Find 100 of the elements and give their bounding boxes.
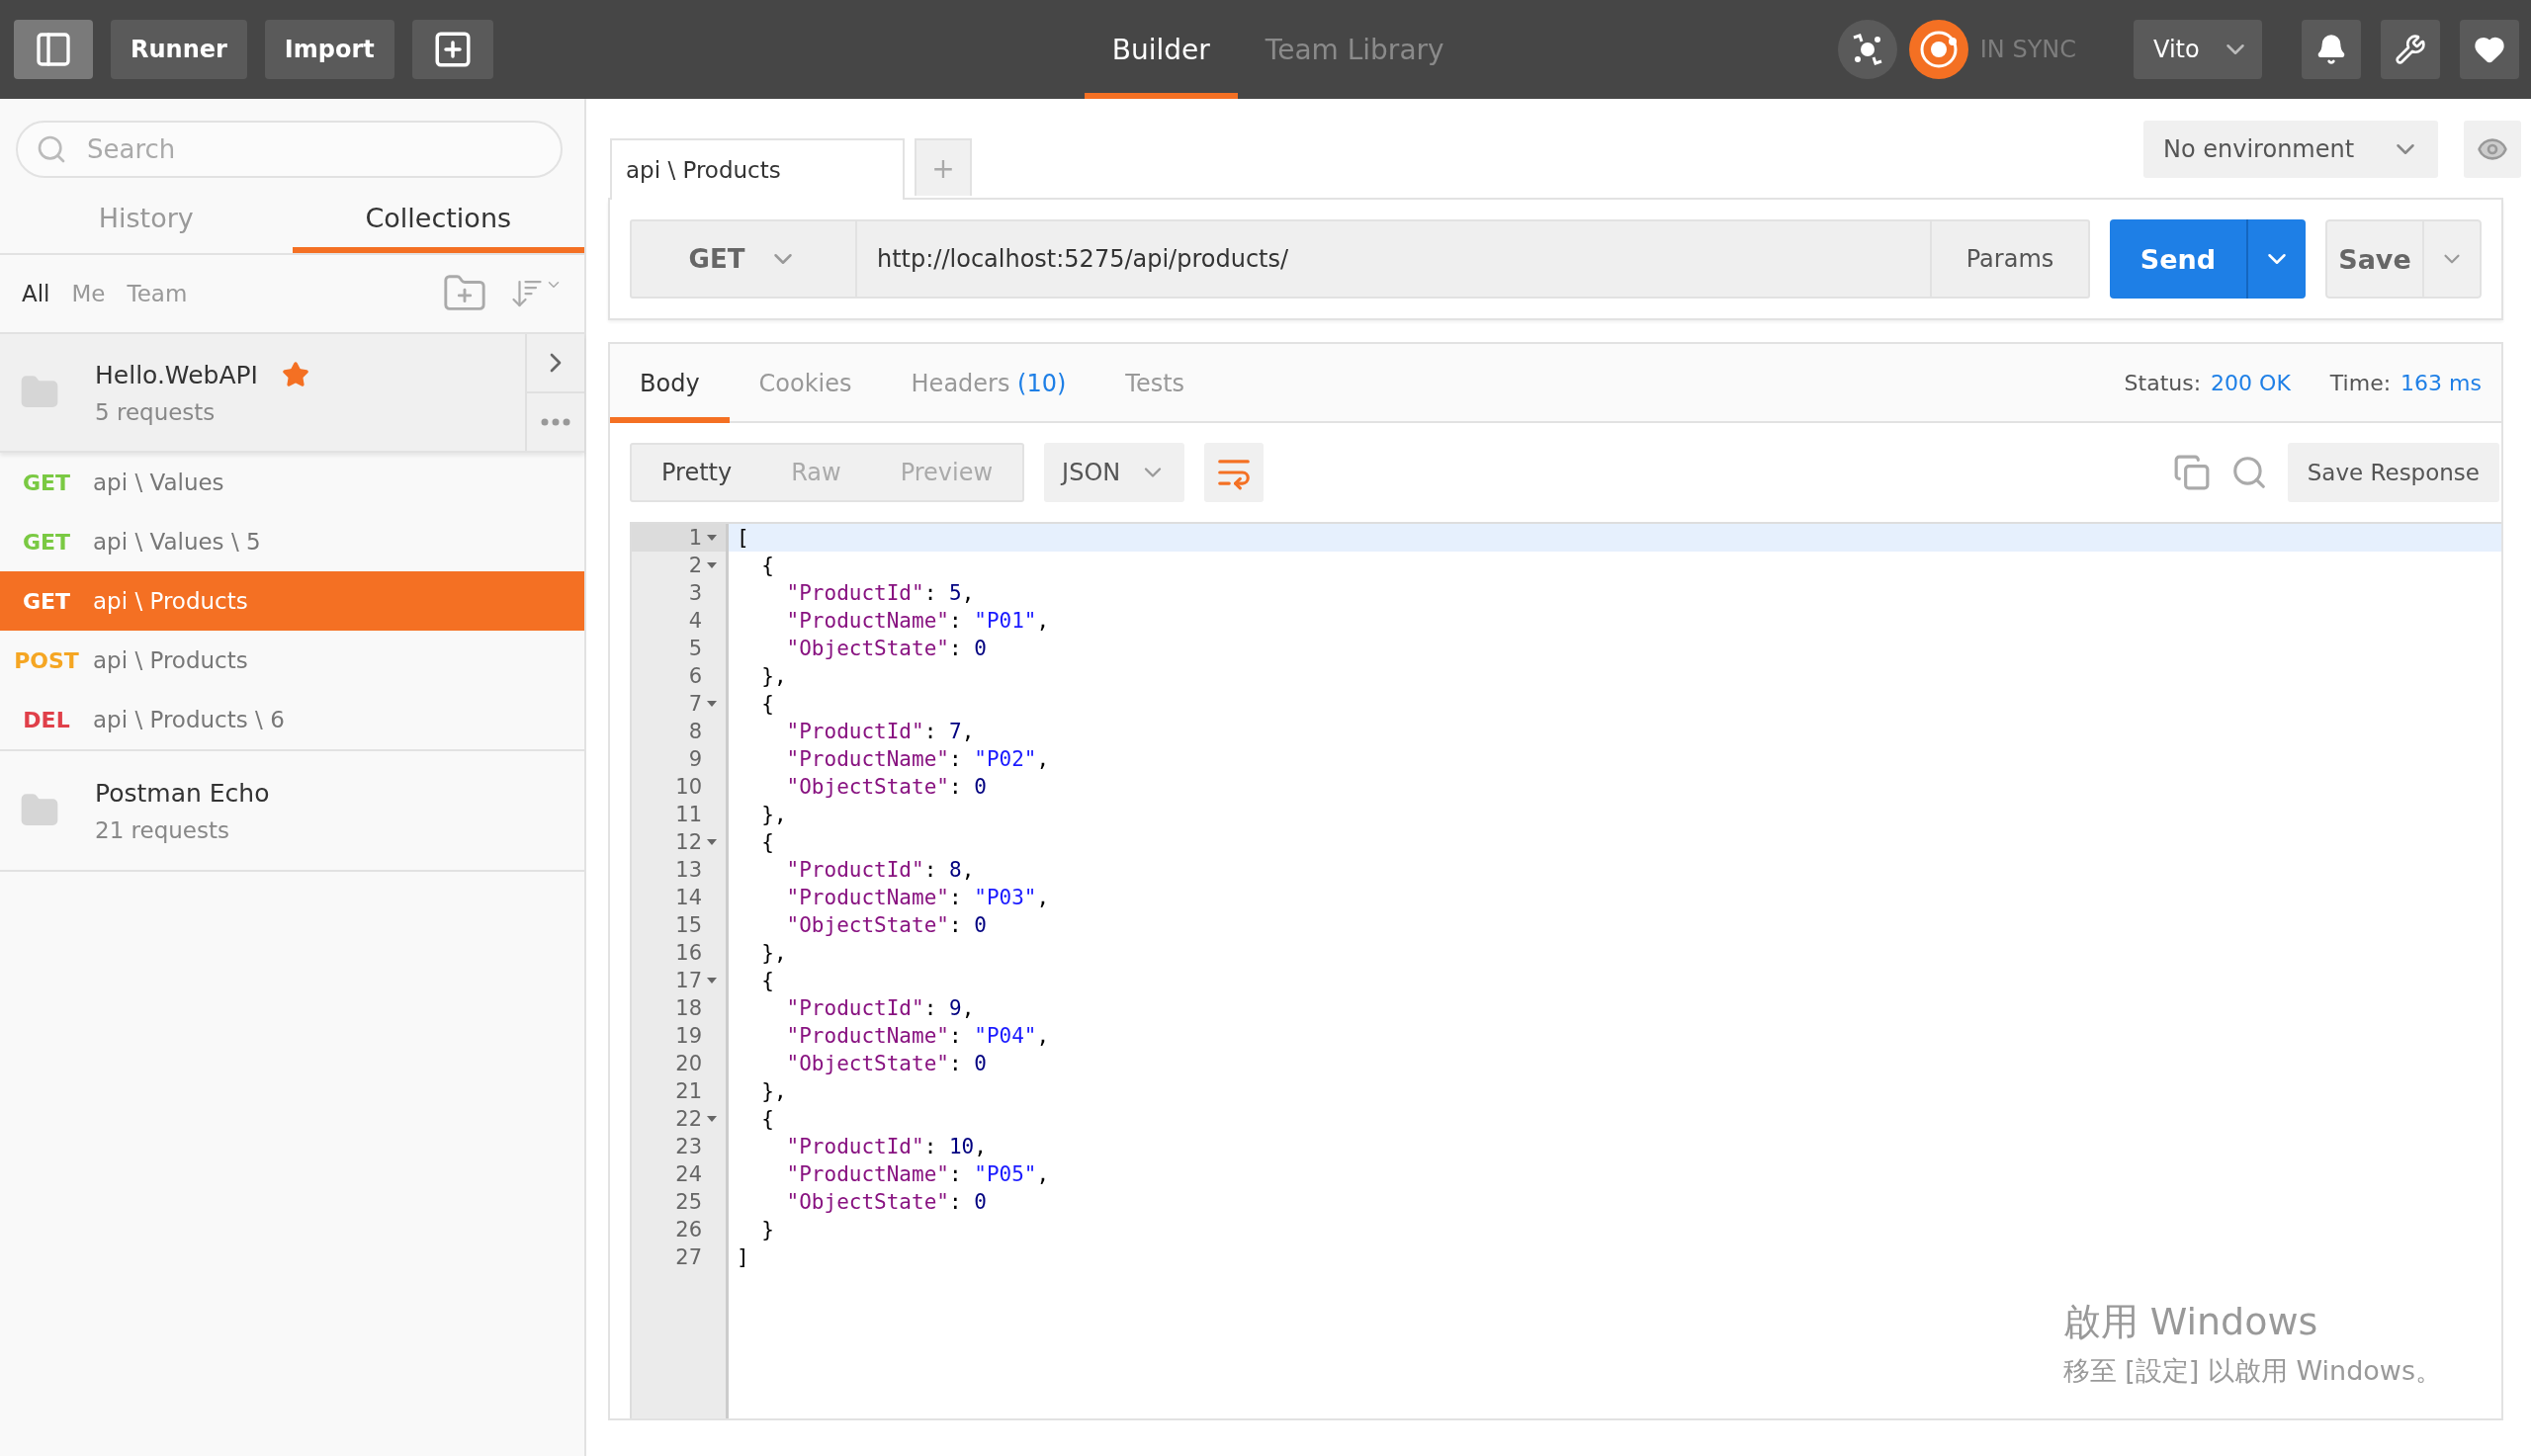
request-name: api \ Values: [93, 470, 224, 495]
line-number: 2: [688, 554, 702, 577]
line-number: 10: [675, 775, 702, 799]
line-number: 21: [675, 1079, 702, 1103]
view-mode-tab[interactable]: Pretty: [632, 445, 762, 500]
request-tab[interactable]: api \ Products: [610, 138, 905, 200]
code-line: "ProductId": 5,: [785, 580, 976, 607]
code-line: "ProductName": "P01",: [785, 608, 1051, 635]
url-field[interactable]: http://localhost:5275/api/products/: [857, 219, 1930, 299]
line-number: 15: [675, 913, 702, 937]
activation-text: 移至 [設定] 以啟用 Windows。: [2062, 1354, 2442, 1388]
save-button[interactable]: Save: [2325, 219, 2422, 299]
environment-dropdown[interactable]: No environment: [2143, 121, 2438, 178]
heart-button[interactable]: [2460, 20, 2519, 79]
view-tab[interactable]: Team Library: [1237, 0, 1472, 99]
line-number: 1: [688, 526, 702, 550]
fold-icon[interactable]: [706, 561, 718, 569]
line-number: 12: [675, 830, 702, 854]
line-number: 20: [675, 1052, 702, 1075]
fold-icon[interactable]: [706, 1115, 718, 1123]
params-button[interactable]: Params: [1930, 219, 2090, 299]
toolbar-button[interactable]: Import: [264, 20, 394, 79]
code-line: {: [760, 829, 775, 856]
request-item[interactable]: GET api \ Products: [0, 571, 584, 631]
response-tab[interactable]: Tests: [1095, 344, 1215, 423]
request-name: api \ Products: [93, 588, 248, 614]
line-number: 3: [688, 581, 702, 605]
request-item[interactable]: DEL api \ Products \ 6: [0, 690, 584, 749]
line-number: 18: [675, 996, 702, 1020]
response-tab[interactable]: Cookies: [729, 344, 882, 423]
status-value: 200 OK: [2211, 370, 2291, 395]
code-line: "ProductId": 8,: [785, 857, 976, 884]
time-label: Time:: [2329, 370, 2392, 395]
sidebar-toggle-button[interactable]: [14, 20, 93, 79]
notifications-button[interactable]: [2302, 20, 2361, 79]
wrap-lines-button[interactable]: [1204, 443, 1265, 502]
filter-tab[interactable]: Team: [127, 281, 188, 306]
line-number: 14: [675, 886, 702, 909]
collection-name: Postman Echo: [95, 778, 270, 808]
star-icon[interactable]: [281, 361, 309, 388]
save-response-button[interactable]: Save Response: [2287, 443, 2499, 502]
line-number: 25: [675, 1190, 702, 1214]
new-tab-button[interactable]: [411, 20, 493, 79]
fold-icon[interactable]: [706, 700, 718, 708]
line-number: 7: [688, 692, 702, 716]
line-number: 8: [688, 720, 702, 743]
code-line: {: [760, 968, 775, 994]
method-label: GET: [21, 470, 72, 495]
method-label: DEL: [22, 707, 71, 732]
request-item[interactable]: GET api \ Values \ 5: [0, 512, 584, 571]
search-field[interactable]: Search: [16, 121, 563, 178]
code-line: "ProductName": "P05",: [785, 1161, 1051, 1188]
line-number: 24: [675, 1162, 702, 1186]
search-icon: [36, 133, 67, 165]
collection-item[interactable]: Hello.WebAPI 5 requests: [0, 334, 584, 453]
line-number: 26: [675, 1218, 702, 1242]
sidebar-tab[interactable]: History: [0, 188, 293, 253]
format-dropdown[interactable]: JSON: [1044, 443, 1185, 502]
code-line: "ObjectState": 0: [785, 1189, 988, 1216]
line-number: 27: [675, 1245, 702, 1269]
code-line: },: [760, 663, 788, 690]
code-line: "ObjectState": 0: [785, 636, 988, 662]
line-number: 4: [688, 609, 702, 633]
fold-icon[interactable]: [706, 534, 718, 542]
line-number: 22: [675, 1107, 702, 1131]
line-number: 11: [675, 803, 702, 826]
bell-icon: [2315, 34, 2347, 65]
line-number: 16: [675, 941, 702, 965]
fold-icon[interactable]: [706, 838, 718, 846]
code-line: "ObjectState": 0: [785, 1051, 988, 1077]
view-tab[interactable]: Builder: [1084, 0, 1238, 99]
line-number: 17: [675, 969, 702, 992]
filter-tab[interactable]: All: [22, 281, 50, 306]
user-dropdown[interactable]: Vito: [2134, 20, 2262, 79]
response-tab[interactable]: Headers (10): [881, 344, 1096, 423]
request-item[interactable]: POST api \ Products: [0, 631, 584, 690]
code-line: },: [760, 1078, 788, 1105]
line-number: 13: [675, 858, 702, 882]
eye-button[interactable]: [2464, 121, 2521, 178]
filter-tab[interactable]: Me: [71, 281, 106, 306]
request-name: api \ Products: [93, 647, 248, 673]
toolbar-button[interactable]: Runner: [111, 20, 247, 79]
send-button[interactable]: Send: [2110, 219, 2246, 299]
code-line: "ProductName": "P02",: [785, 746, 1051, 773]
status-label: Status:: [2124, 370, 2202, 395]
activation-title: 啟用 Windows: [2062, 1299, 2319, 1345]
request-name: api \ Products \ 6: [93, 707, 285, 732]
more-icon: [541, 418, 570, 426]
fold-icon[interactable]: [706, 977, 718, 985]
code-line: },: [760, 802, 788, 828]
line-number: 19: [675, 1024, 702, 1048]
copy-icon[interactable]: [2172, 454, 2211, 491]
request-item[interactable]: GET api \ Values: [0, 453, 584, 512]
time-value: 163 ms: [2400, 370, 2482, 395]
sidebar-tab[interactable]: Collections: [292, 188, 584, 253]
code-line: "ObjectState": 0: [785, 774, 988, 801]
settings-button[interactable]: [2381, 20, 2440, 79]
method-dropdown[interactable]: GET: [630, 219, 857, 299]
response-tab[interactable]: Body: [610, 344, 730, 423]
request-count: 21 requests: [95, 816, 230, 843]
